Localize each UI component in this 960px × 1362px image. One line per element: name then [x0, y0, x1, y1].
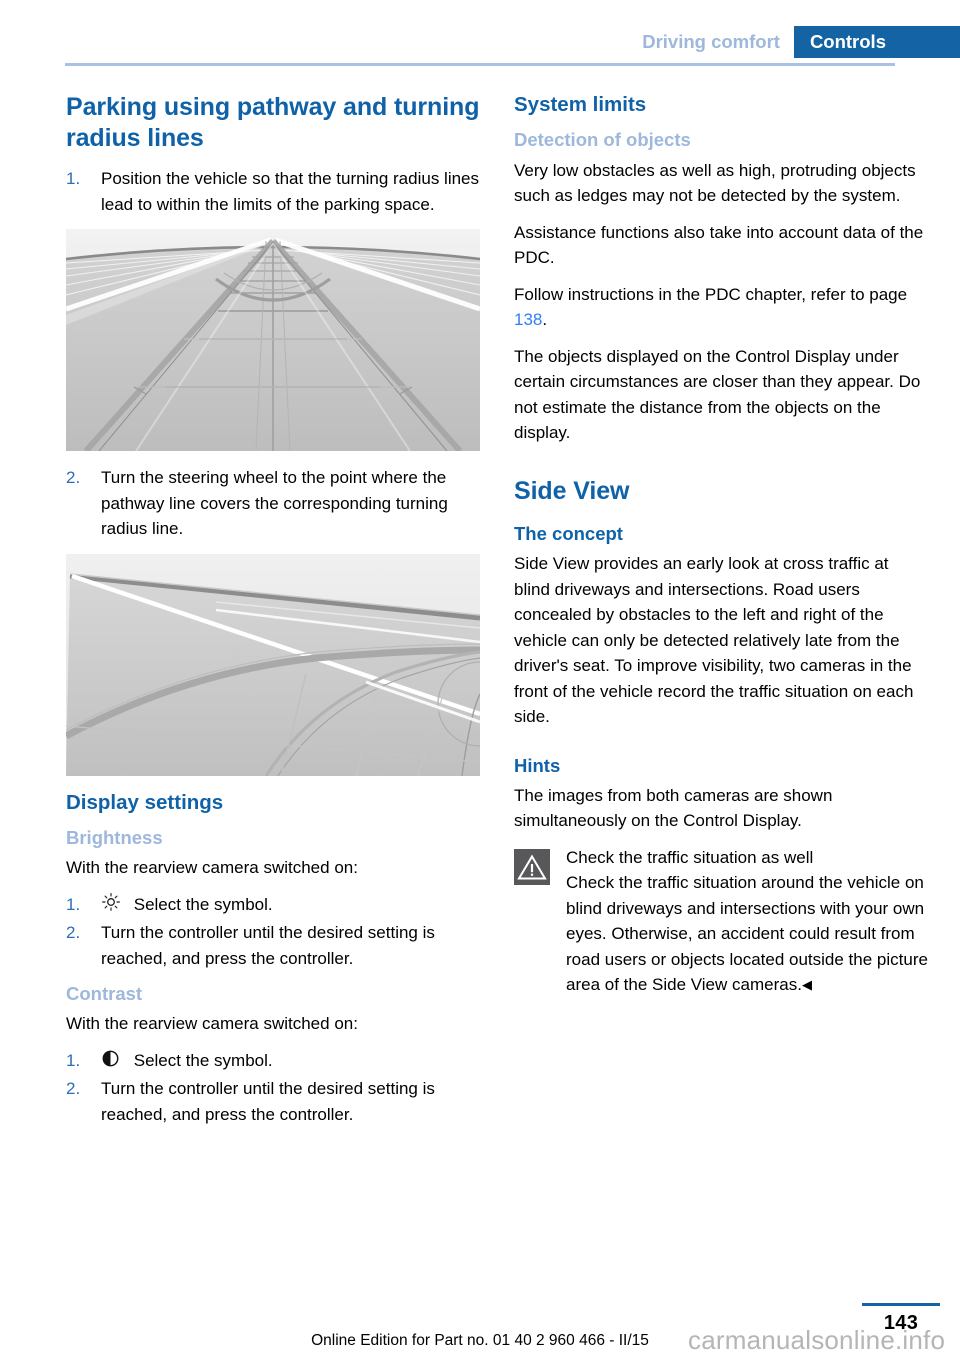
pdc-reference-prefix: Follow instructions in the PDC chapter, … — [514, 284, 908, 304]
heading-hints: Hints — [514, 754, 561, 776]
breadcrumb-item-driving-comfort[interactable]: Driving comfort — [632, 26, 794, 58]
warning-body: Check the traffic situation as well Chec… — [514, 845, 928, 998]
figure-pathway-curved — [66, 553, 480, 776]
list-item: 2. Turn the controller until the desired… — [66, 920, 480, 971]
heading-the-concept: The concept — [514, 523, 623, 545]
list-item: 1. Select the symbol. — [66, 1048, 480, 1076]
warning-title: Check the traffic situation as well — [566, 847, 814, 867]
page-header: Driving comfort Controls — [0, 0, 960, 58]
left-column: Parking using pathway and turning radius… — [66, 92, 480, 1138]
step-number: 1. — [66, 1050, 81, 1070]
contrast-intro: With the rearview camera switched on: — [66, 1014, 358, 1034]
rearview-camera-illustration-1 — [66, 229, 480, 451]
step-text: Select the symbol. — [133, 894, 273, 914]
brightness-intro: With the rearview camera switched on: — [66, 858, 358, 878]
pdc-reference-paragraph: Follow instructions in the PDC chapter, … — [514, 282, 928, 333]
end-of-section-marker: ◀ — [801, 977, 812, 993]
heading-display-settings: Display settings — [66, 790, 224, 814]
page-reference-link[interactable]: 138 — [514, 310, 542, 329]
pdc-reference-suffix: . — [542, 310, 548, 330]
concept-paragraph: Side View provides an early look at cros… — [514, 554, 914, 727]
heading-detection-of-objects: Detection of objects — [514, 129, 691, 151]
right-column: System limits Detection of objects Very … — [514, 92, 928, 1009]
footer-divider — [862, 1303, 940, 1306]
warning-triangle-icon — [514, 848, 550, 885]
step-text: Turn the controller until the desired se… — [101, 923, 435, 968]
step-number: 1. — [66, 169, 81, 188]
heading-contrast: Contrast — [66, 983, 143, 1005]
hints-paragraph: The images from both cameras are shown s… — [514, 785, 833, 831]
half-circle-icon — [101, 1049, 127, 1076]
breadcrumb-item-controls[interactable]: Controls — [793, 26, 960, 58]
list-item: 2. Turn the controller until the desired… — [66, 1076, 480, 1127]
step-number: 2. — [66, 1079, 81, 1099]
parking-steps-list: 1. Position the vehicle so that the turn… — [66, 166, 480, 217]
figure-pathway-straight — [66, 229, 480, 451]
detection-paragraph-1: Very low obstacles as well as high, prot… — [514, 160, 916, 206]
contrast-steps-list: 1. Select the symbol. 2. Turn the contro… — [66, 1048, 480, 1128]
heading-side-view: Side View — [514, 476, 630, 505]
list-item: 1. Select the symbol. — [66, 892, 480, 920]
rearview-camera-illustration-2 — [66, 553, 480, 776]
detection-paragraph-2: Assistance functions also take into acco… — [514, 222, 924, 268]
step-number: 2. — [66, 468, 81, 487]
heading-brightness: Brightness — [66, 826, 163, 848]
warning-block: Check the traffic situation as well Chec… — [514, 845, 928, 998]
parking-steps-list-2: 2. Turn the steering wheel to the point … — [66, 465, 480, 542]
brightness-steps-list: 1. Select the symbol. 2. Turn the contro… — [66, 892, 480, 972]
sun-icon — [101, 892, 127, 920]
warning-text-content: Check the traffic situation around the v… — [566, 873, 928, 995]
step-number: 2. — [66, 923, 81, 943]
list-item: 2. Turn the steering wheel to the point … — [66, 465, 480, 542]
list-item: 1. Position the vehicle so that the turn… — [66, 166, 480, 217]
control-display-paragraph: The objects displayed on the Control Dis… — [514, 346, 921, 443]
watermark: carmanualsonline.info — [688, 1325, 946, 1355]
warning-text: Check the traffic situation around the v… — [514, 870, 928, 998]
step-text: Turn the steering wheel to the point whe… — [101, 468, 448, 538]
header-divider — [65, 63, 895, 66]
breadcrumb: Driving comfort Controls — [632, 26, 960, 58]
heading-parking-pathway: Parking using pathway and turning radius… — [66, 93, 480, 152]
step-text: Select the symbol. — [133, 1050, 273, 1070]
step-text: Turn the controller until the desired se… — [101, 1079, 435, 1124]
step-number: 1. — [66, 894, 81, 914]
step-text: Position the vehicle so that the turning… — [101, 169, 480, 214]
heading-system-limits: System limits — [514, 93, 647, 116]
